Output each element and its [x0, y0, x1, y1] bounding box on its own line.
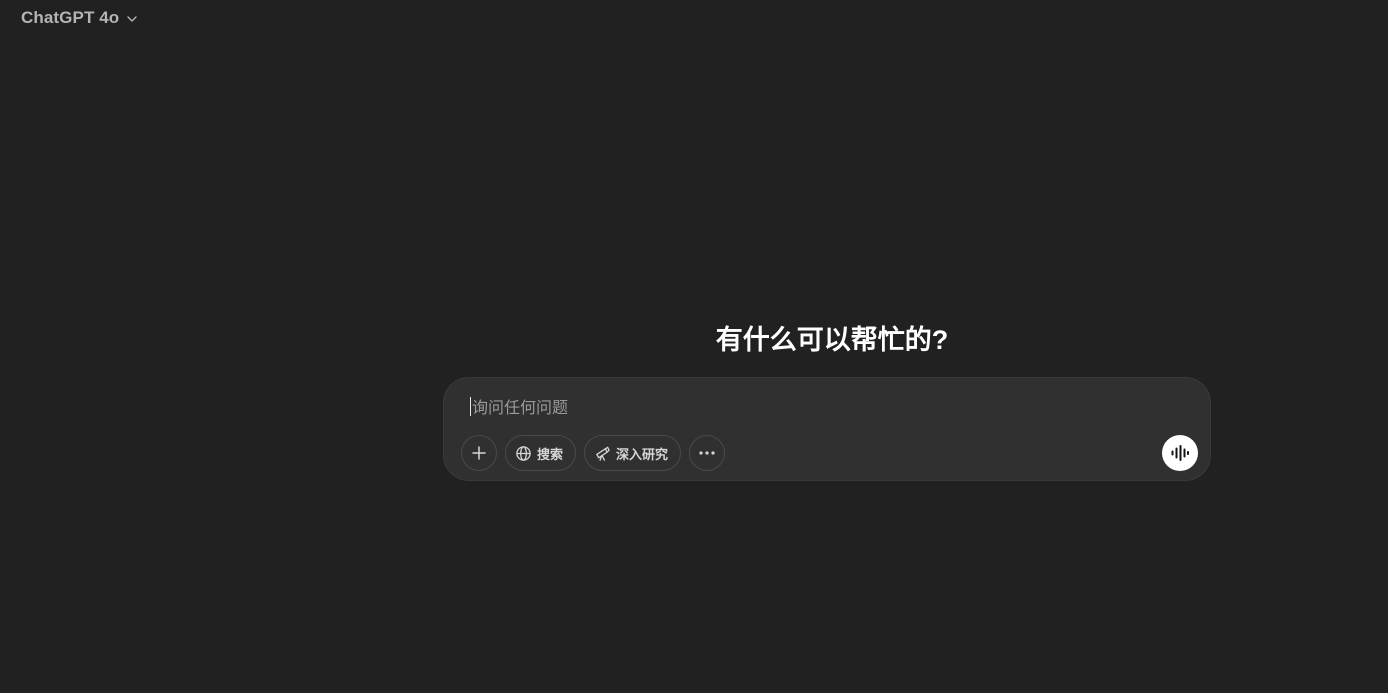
plus-icon [471, 445, 487, 461]
composer: 询问任何问题 搜索 深入研究 [443, 377, 1211, 481]
ellipsis-icon [698, 450, 716, 456]
chevron-down-icon [125, 12, 139, 26]
deep-research-button[interactable]: 深入研究 [584, 435, 682, 471]
page-title: 有什么可以帮忙的? [715, 325, 949, 355]
globe-icon [515, 445, 532, 462]
voice-waveform-icon [1170, 444, 1190, 462]
text-caret [470, 396, 471, 416]
model-selector[interactable]: ChatGPT 4o [12, 4, 148, 32]
attach-button[interactable] [461, 435, 497, 471]
deep-research-label: 深入研究 [616, 446, 669, 462]
more-tools-button[interactable] [689, 435, 726, 471]
app-window: ChatGPT 4o 有什么可以帮忙的? 询问任何问题 搜索 深入研究 [0, 0, 1388, 693]
voice-mode-button[interactable] [1162, 435, 1198, 471]
composer-toolbar: 搜索 深入研究 [461, 435, 726, 471]
prompt-input[interactable]: 询问任何问题 [470, 392, 1170, 420]
telescope-icon [594, 445, 611, 462]
search-label: 搜索 [537, 446, 564, 462]
search-button[interactable]: 搜索 [505, 435, 577, 471]
model-name: ChatGPT 4o [21, 8, 120, 27]
prompt-placeholder: 询问任何问题 [472, 400, 569, 417]
